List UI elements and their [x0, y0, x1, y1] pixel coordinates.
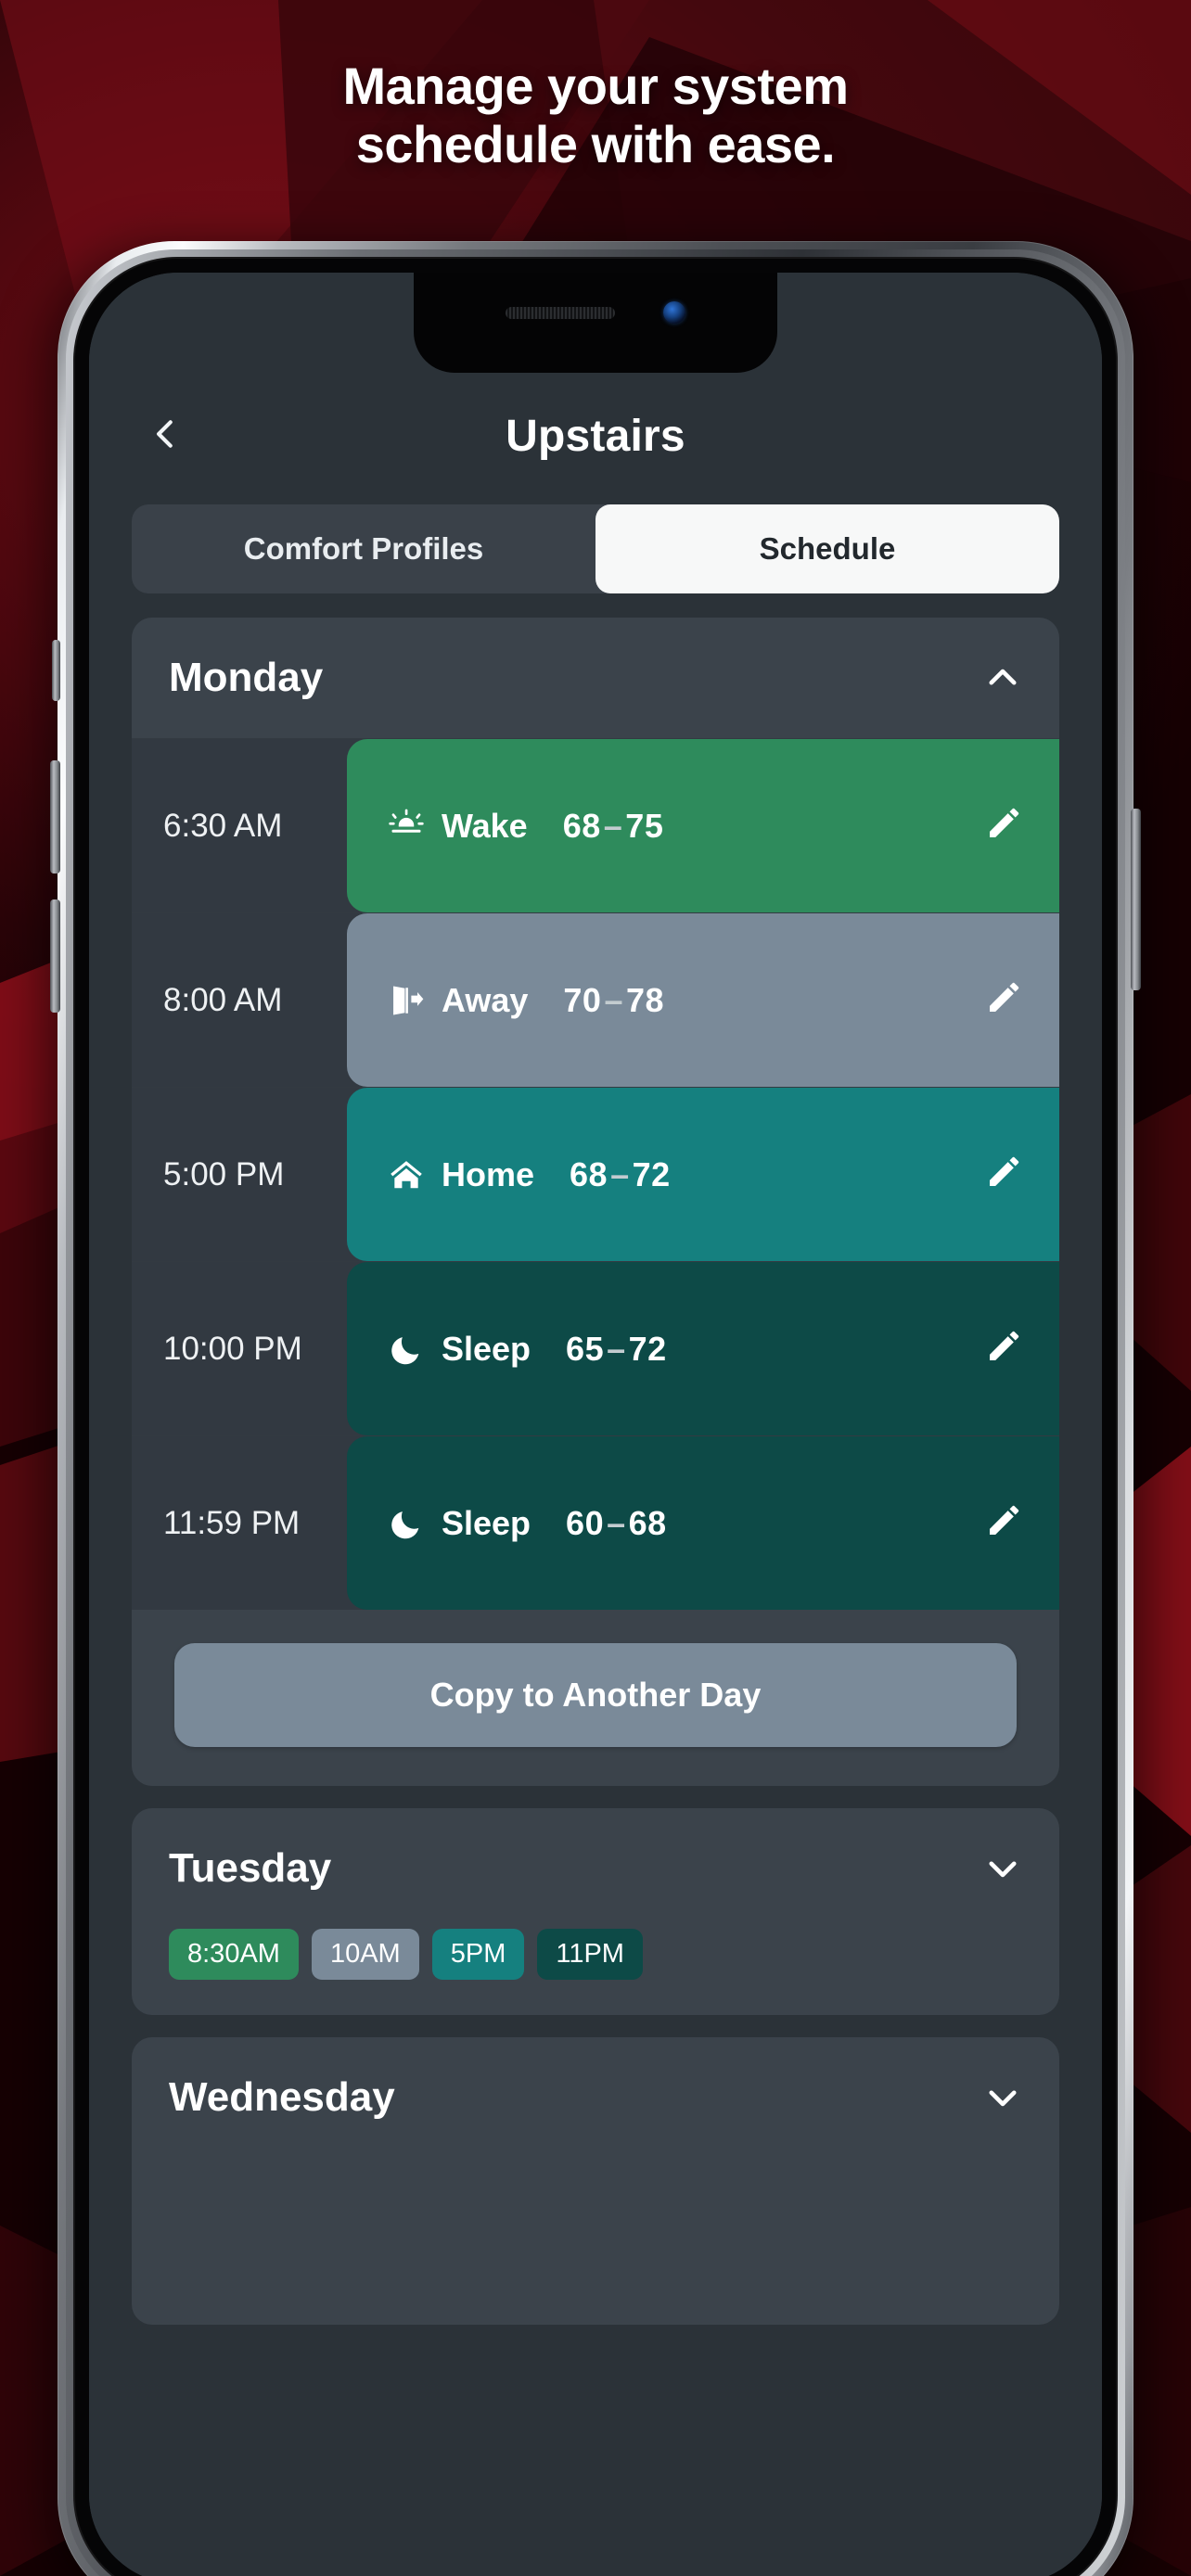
volume-down-button[interactable]	[50, 899, 60, 1013]
headline-line-1: Manage your system	[342, 57, 849, 115]
volume-up-button[interactable]	[50, 760, 60, 874]
edit-schedule-button[interactable]	[948, 1262, 1059, 1435]
day-name-tuesday: Tuesday	[169, 1845, 332, 1891]
schedule-row[interactable]: 11:59 PM Sleep 60–68	[132, 1435, 1059, 1610]
phone-notch	[414, 273, 777, 373]
schedule-row-temp: 60–68	[566, 1503, 667, 1542]
day-name-monday: Monday	[169, 655, 324, 700]
edit-schedule-button[interactable]	[948, 739, 1059, 912]
segmented-tab-bar: Comfort Profiles Schedule	[132, 504, 1059, 593]
app-header: Upstairs	[89, 373, 1102, 499]
edit-schedule-button[interactable]	[948, 1088, 1059, 1261]
schedule-row-temp: 65–72	[566, 1329, 667, 1368]
home-icon	[388, 1156, 425, 1193]
pencil-icon	[985, 1328, 1022, 1370]
day-name-wednesday: Wednesday	[169, 2074, 395, 2120]
tab-comfort-profiles[interactable]: Comfort Profiles	[132, 504, 596, 593]
promo-headline: Manage your system schedule with ease.	[0, 57, 1191, 173]
schedule-row-mode[interactable]: Sleep 60–68	[347, 1436, 948, 1610]
schedule-row[interactable]: 10:00 PM Sleep 65–72	[132, 1261, 1059, 1435]
moon-icon	[388, 1505, 425, 1542]
time-chip[interactable]: 10AM	[311, 1929, 419, 1980]
schedule-row-temp: 68–75	[562, 806, 664, 845]
earpiece-speaker-icon	[506, 306, 615, 319]
schedule-row-time: 6:30 AM	[163, 807, 283, 844]
sunrise-icon	[388, 808, 425, 845]
schedule-row-label: Wake	[442, 806, 528, 845]
day-header-wednesday[interactable]: Wednesday	[132, 2037, 1059, 2158]
schedule-row-time: 11:59 PM	[163, 1504, 301, 1541]
chevron-down-icon[interactable]	[983, 1849, 1022, 1888]
time-chip[interactable]: 5PM	[431, 1929, 525, 1980]
schedule-row-label: Sleep	[442, 1503, 531, 1542]
edit-schedule-button[interactable]	[948, 913, 1059, 1087]
schedule-row-time: 8:00 AM	[163, 981, 283, 1018]
thermostat-app: Upstairs Comfort Profiles Schedule Monda…	[89, 273, 1102, 2576]
phone-mockup: Upstairs Comfort Profiles Schedule Monda…	[45, 241, 1146, 2576]
page-title: Upstairs	[506, 411, 685, 461]
chevron-down-icon[interactable]	[983, 2078, 1022, 2117]
phone-screen: Upstairs Comfort Profiles Schedule Monda…	[89, 273, 1102, 2576]
schedule-row-time: 5:00 PM	[163, 1155, 285, 1192]
door-exit-icon	[388, 982, 425, 1019]
schedule-row-mode[interactable]: Away 70–78	[347, 913, 948, 1087]
silent-switch[interactable]	[52, 640, 60, 701]
headline-line-2: schedule with ease.	[355, 114, 836, 173]
tab-schedule[interactable]: Schedule	[596, 504, 1059, 593]
day-header-tuesday[interactable]: Tuesday	[132, 1808, 1059, 1929]
chevron-left-icon	[148, 416, 184, 456]
schedule-row-time: 10:00 PM	[163, 1330, 302, 1367]
power-button[interactable]	[1131, 809, 1141, 990]
chevron-up-icon[interactable]	[983, 658, 1022, 697]
day-card-monday: Monday 6:30 AM Wake 68–75 8:00 AM Away 7…	[132, 618, 1059, 1786]
pencil-icon	[985, 805, 1022, 847]
schedule-row-temp: 70–78	[563, 980, 665, 1019]
schedule-row-mode[interactable]: Sleep 65–72	[347, 1262, 948, 1435]
front-camera-icon	[663, 301, 685, 324]
copy-to-another-day-button[interactable]: Copy to Another Day	[174, 1643, 1017, 1747]
schedule-row[interactable]: 5:00 PM Home 68–72	[132, 1087, 1059, 1261]
pencil-icon	[985, 1154, 1022, 1195]
schedule-row-mode[interactable]: Home 68–72	[347, 1088, 948, 1261]
schedule-row[interactable]: 8:00 AM Away 70–78	[132, 912, 1059, 1087]
pencil-icon	[985, 979, 1022, 1021]
time-chip[interactable]: 8:30AM	[169, 1929, 299, 1980]
schedule-row-label: Home	[442, 1154, 535, 1193]
day-card-tuesday: Tuesday 8:30AM 10AM 5PM 11PM	[132, 1808, 1059, 2015]
schedule-scroll-area[interactable]: Monday 6:30 AM Wake 68–75 8:00 AM Away 7…	[89, 618, 1102, 2576]
pencil-icon	[985, 1502, 1022, 1544]
schedule-row[interactable]: 6:30 AM Wake 68–75	[132, 738, 1059, 912]
moon-icon	[388, 1331, 425, 1368]
schedule-row-temp: 68–72	[570, 1154, 671, 1193]
tuesday-summary-chips: 8:30AM 10AM 5PM 11PM	[132, 1929, 1059, 2015]
day-card-wednesday: Wednesday	[132, 2037, 1059, 2325]
day-header-monday[interactable]: Monday	[132, 618, 1059, 738]
copy-button-wrap: Copy to Another Day	[132, 1610, 1059, 1786]
time-chip[interactable]: 11PM	[537, 1929, 643, 1980]
edit-schedule-button[interactable]	[948, 1436, 1059, 1610]
schedule-row-label: Sleep	[442, 1329, 531, 1368]
schedule-row-mode[interactable]: Wake 68–75	[347, 739, 948, 912]
schedule-row-label: Away	[442, 980, 529, 1019]
back-button[interactable]	[135, 405, 197, 466]
